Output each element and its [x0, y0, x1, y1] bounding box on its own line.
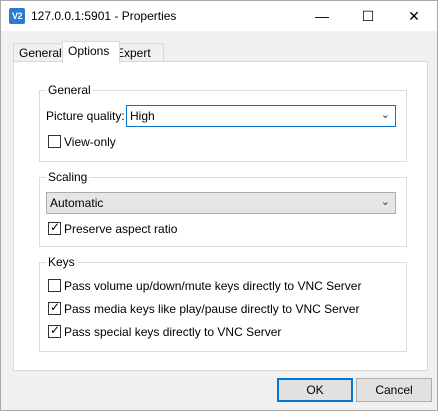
cancel-button[interactable]: Cancel — [356, 378, 432, 402]
picture-quality-label: Picture quality: — [46, 109, 125, 123]
check-icon: ✓ — [50, 323, 61, 337]
window-title: 127.0.0.1:5901 - Properties — [31, 9, 177, 23]
general-group-title: General — [46, 83, 93, 97]
tab-options[interactable]: Options — [62, 41, 120, 63]
preserve-aspect-label[interactable]: Preserve aspect ratio — [64, 222, 177, 236]
ok-button[interactable]: OK — [277, 378, 353, 402]
picture-quality-value: High — [130, 109, 155, 123]
chevron-down-icon: ⌄ — [380, 109, 390, 121]
scaling-group-title: Scaling — [46, 170, 90, 184]
options-panel: General Picture quality: High ⌄ View-onl… — [13, 61, 428, 371]
scaling-mode-select[interactable]: Automatic ⌄ — [46, 192, 396, 214]
picture-quality-select[interactable]: High ⌄ — [126, 105, 396, 127]
minimize-button[interactable]: — — [299, 1, 345, 31]
close-button[interactable]: ✕ — [391, 1, 437, 31]
properties-window: V2 127.0.0.1:5901 - Properties — ☐ ✕ Gen… — [0, 0, 438, 411]
check-icon: ✓ — [50, 220, 61, 234]
tab-general[interactable]: General — [13, 43, 69, 62]
pass-volume-keys-label[interactable]: Pass volume up/down/mute keys directly t… — [64, 279, 361, 293]
preserve-aspect-checkbox[interactable]: ✓ — [48, 220, 61, 235]
view-only-checkbox[interactable] — [48, 135, 61, 148]
pass-special-keys-label[interactable]: Pass special keys directly to VNC Server — [64, 325, 281, 339]
chevron-down-icon: ⌄ — [380, 196, 390, 208]
view-only-label[interactable]: View-only — [64, 135, 116, 149]
pass-media-keys-checkbox[interactable]: ✓ — [48, 300, 61, 315]
keys-group-title: Keys — [46, 255, 77, 269]
general-group: General Picture quality: High ⌄ View-onl… — [39, 83, 407, 162]
keys-group: Keys Pass volume up/down/mute keys direc… — [39, 255, 407, 352]
pass-media-keys-label[interactable]: Pass media keys like play/pause directly… — [64, 302, 359, 316]
title-bar: V2 127.0.0.1:5901 - Properties — ☐ ✕ — [1, 1, 437, 31]
scaling-mode-value: Automatic — [50, 196, 104, 210]
pass-special-keys-checkbox[interactable]: ✓ — [48, 323, 61, 338]
maximize-button[interactable]: ☐ — [345, 1, 391, 31]
pass-volume-keys-checkbox[interactable] — [48, 279, 61, 292]
scaling-group: Scaling Automatic ⌄ ✓ Preserve aspect ra… — [39, 170, 407, 247]
vnc-app-icon: V2 — [9, 8, 25, 24]
check-icon: ✓ — [50, 300, 61, 314]
